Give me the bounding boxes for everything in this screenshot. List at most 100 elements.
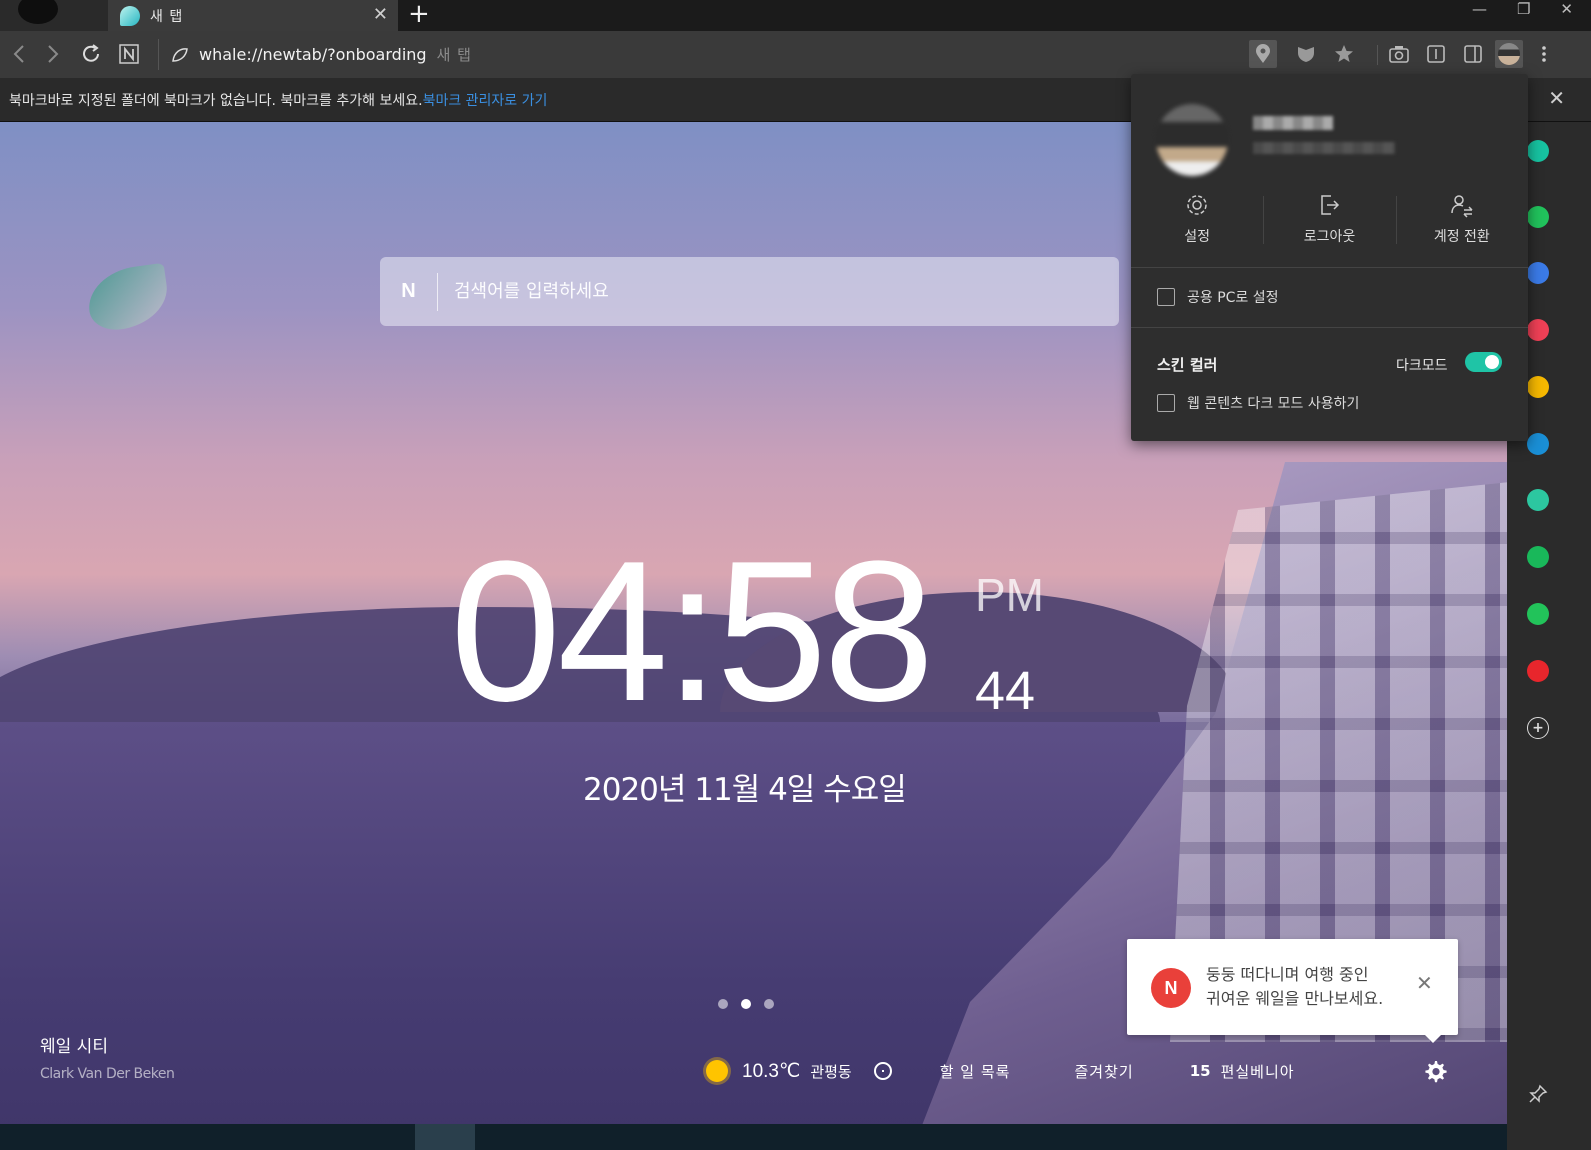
new-tab-button[interactable]: +	[408, 1, 430, 27]
window-controls: — ❐ ✕	[1472, 0, 1573, 18]
todo-widget[interactable]: 할 일 목록	[940, 1061, 1011, 1082]
pager-dot-1[interactable]	[718, 999, 728, 1009]
web-dark-mode-option[interactable]: 웹 콘텐츠 다크 모드 사용하기	[1157, 393, 1359, 413]
search-box: N	[380, 257, 1119, 326]
profile-settings-label: 설정	[1184, 229, 1211, 245]
pin-icon[interactable]	[1528, 1084, 1548, 1104]
switch-account-label: 계정 전환	[1433, 229, 1490, 245]
address-bar[interactable]: whale://newtab/?onboarding 새 탭	[158, 39, 1228, 70]
tab-previous-thumbnail	[18, 0, 58, 24]
taskbar-active-item[interactable]	[415, 1124, 475, 1150]
popup-divider-2	[1131, 327, 1528, 328]
notice-label[interactable]: 편실베니아	[1221, 1061, 1295, 1082]
shared-pc-checkbox[interactable]	[1157, 288, 1175, 306]
webtoon-app-icon[interactable]	[1527, 546, 1549, 568]
url-text: whale://newtab/?onboarding	[199, 45, 427, 64]
menu-button[interactable]	[1530, 40, 1558, 68]
url-page-title: 새 탭	[436, 46, 472, 64]
background-author[interactable]: Clark Van Der Beken	[40, 1066, 175, 1082]
star-app-icon[interactable]	[1527, 376, 1549, 398]
bookmark-bar-close-icon[interactable]: ✕	[1548, 87, 1565, 109]
toast-close-icon[interactable]: ✕	[1416, 972, 1433, 994]
switch-account-button[interactable]: 계정 전환	[1395, 192, 1528, 256]
sidebar-add-icon[interactable]: +	[1527, 717, 1549, 739]
minimize-icon[interactable]: —	[1472, 0, 1487, 18]
pocket-app-icon[interactable]	[1527, 319, 1549, 341]
bookmark-empty-text: 북마크바로 지정된 폴더에 북마크가 없습니다. 북마크를 추가해 보세요.	[9, 93, 423, 109]
toolbox-app-icon[interactable]	[1527, 262, 1549, 284]
naver-n-badge-icon: N	[1151, 968, 1191, 1008]
pager-dot-2[interactable]	[741, 999, 751, 1009]
clock-date: 2020년 11월 4일 수요일	[583, 772, 907, 808]
dark-mode-toggle[interactable]	[1465, 352, 1502, 372]
pager-dot-3[interactable]	[764, 999, 774, 1009]
toast-message: 둥둥 떠다니며 여행 중인 귀여운 웨일을 만나보세요.	[1206, 963, 1383, 1011]
shared-pc-option[interactable]: 공용 PC로 설정	[1157, 287, 1279, 307]
green-square-app-icon[interactable]	[1527, 603, 1549, 625]
logout-label: 로그아웃	[1303, 229, 1356, 245]
os-taskbar	[0, 1124, 1507, 1150]
toolbar: whale://newtab/?onboarding 새 탭	[0, 31, 1591, 78]
whale-favicon-icon	[120, 5, 140, 26]
location-pin-icon	[1256, 44, 1270, 63]
account-name-redacted	[1253, 116, 1333, 130]
forward-icon	[48, 45, 59, 63]
bookmark-manager-link[interactable]: 북마크 관리자로 가기	[423, 93, 548, 109]
bookmark-star-button[interactable]	[1330, 40, 1358, 68]
background-title[interactable]: 웨일 시티	[40, 1032, 108, 1057]
reload-icon	[83, 44, 99, 62]
location-button[interactable]	[1249, 40, 1277, 68]
weather-temperature[interactable]: 10.3℃	[742, 1060, 800, 1083]
profile-avatar-icon	[1498, 43, 1520, 65]
green-circle-app-icon[interactable]	[1527, 140, 1549, 162]
notice-count[interactable]: 15	[1190, 1062, 1211, 1080]
naver-logo-icon: N	[380, 272, 438, 311]
restore-icon[interactable]: ❐	[1517, 0, 1530, 18]
profile-settings-button[interactable]: 설정	[1131, 192, 1263, 256]
split-view-icon	[1427, 45, 1445, 63]
web-dark-mode-label: 웹 콘텐츠 다크 모드 사용하기	[1187, 396, 1360, 412]
whale-site-icon	[172, 47, 188, 62]
reload-button[interactable]	[78, 41, 104, 67]
forward-button[interactable]	[40, 41, 66, 67]
logout-icon	[1321, 195, 1340, 215]
shield-button[interactable]	[1292, 40, 1320, 68]
split-view-button[interactable]	[1422, 40, 1450, 68]
window-close-icon[interactable]: ✕	[1560, 0, 1573, 18]
clock-ampm: PM	[975, 569, 1044, 621]
shared-pc-label: 공용 PC로 설정	[1187, 290, 1279, 306]
tab-close-icon[interactable]: ✕	[373, 4, 388, 26]
newtab-settings-gear-icon[interactable]	[1424, 1060, 1448, 1084]
tab-strip: 새 탭 ✕ + — ❐ ✕	[0, 0, 1591, 31]
profile-actions: 설정 로그아웃 계정 전환	[1131, 192, 1528, 256]
bottom-widgets: 10.3℃ 관평동 할 일 목록 즐겨찾기 15 편실베니아	[706, 1057, 1295, 1085]
edge-app-icon[interactable]	[1527, 433, 1549, 455]
play-app-icon[interactable]	[1527, 489, 1549, 511]
favorites-widget[interactable]: 즐겨찾기	[1074, 1061, 1133, 1082]
locate-icon[interactable]	[873, 1062, 892, 1080]
skin-color-label: 스킨 컬러	[1157, 356, 1218, 374]
search-input[interactable]	[454, 281, 1119, 302]
tab-new-tab[interactable]: 새 탭 ✕	[108, 0, 398, 31]
account-email-redacted	[1253, 142, 1395, 154]
account-avatar	[1156, 104, 1228, 176]
weather-location[interactable]: 관평동	[810, 1061, 851, 1082]
shield-icon	[1298, 47, 1314, 62]
profile-button[interactable]	[1495, 40, 1523, 68]
whale-intro-toast[interactable]: N 둥둥 떠다니며 여행 중인 귀여운 웨일을 만나보세요. ✕	[1127, 939, 1458, 1043]
back-button[interactable]	[6, 41, 32, 67]
naver-home-button[interactable]	[116, 41, 142, 67]
tab-title: 새 탭	[150, 8, 184, 25]
logout-button[interactable]: 로그아웃	[1263, 192, 1395, 256]
web-dark-mode-checkbox[interactable]	[1157, 394, 1175, 412]
capture-button[interactable]	[1385, 40, 1413, 68]
bell-app-icon[interactable]	[1527, 206, 1549, 228]
tab-previous[interactable]	[0, 0, 108, 31]
now-app-icon[interactable]	[1527, 660, 1549, 682]
profile-popup: 설정 로그아웃 계정 전환 공용 PC로 설정 스킨 컬러 다크모드 웹 콘텐츠…	[1131, 74, 1528, 441]
camera-icon	[1389, 46, 1409, 63]
more-vertical-icon	[1542, 46, 1546, 62]
sidebar-toggle-button[interactable]	[1459, 40, 1487, 68]
sun-weather-icon	[706, 1060, 728, 1082]
background-pager	[718, 999, 774, 1009]
